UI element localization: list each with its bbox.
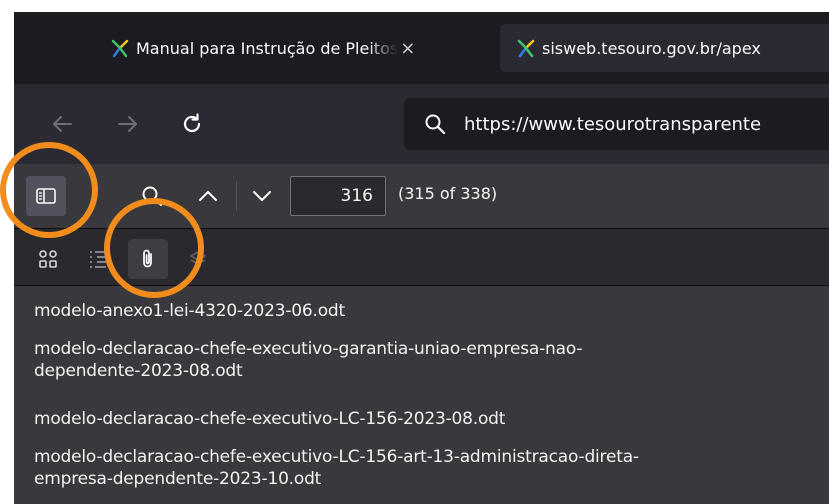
close-tab-icon[interactable]: ×: [400, 38, 415, 59]
page-count-label: (315 of 338): [398, 184, 498, 203]
thumbnails-view-button[interactable]: [28, 239, 68, 279]
previous-page-button[interactable]: [190, 176, 226, 216]
reload-icon: [183, 113, 201, 133]
tab-manual[interactable]: Manual para Instrução de Pleitos ×: [110, 24, 494, 72]
forward-arrow-icon: [118, 116, 137, 132]
reload-button[interactable]: [174, 106, 210, 142]
tab-strip: Manual para Instrução de Pleitos × siswe…: [14, 12, 829, 84]
tab-title: sisweb.tesouro.gov.br/apex: [542, 38, 761, 58]
next-page-button[interactable]: [244, 176, 280, 216]
chevron-down-icon: [253, 191, 271, 201]
attachment-item[interactable]: modelo-anexo1-lei-4320-2023-06.odt: [34, 300, 814, 322]
page-number-input[interactable]: [290, 176, 386, 216]
highlight-circle-attachments: [104, 198, 204, 298]
forward-button[interactable]: [110, 106, 146, 142]
attachments-list: modelo-anexo1-lei-4320-2023-06.odt model…: [14, 286, 829, 504]
tesouro-favicon: [517, 39, 535, 58]
thumbnails-icon: [39, 250, 57, 268]
search-icon: [425, 114, 446, 135]
back-arrow-icon: [53, 116, 72, 132]
navigation-toolbar: https://www.tesourotransparente: [14, 84, 829, 164]
tab-title: Manual para Instrução de Pleitos: [136, 38, 399, 58]
attachment-item[interactable]: modelo-declaracao-chefe-executivo-LC-156…: [34, 446, 814, 490]
toolbar-divider: [236, 182, 237, 210]
attachment-item[interactable]: modelo-declaracao-chefe-executivo-garant…: [34, 338, 814, 382]
back-button[interactable]: [44, 106, 80, 142]
chevron-up-icon: [199, 191, 217, 201]
highlight-circle-sidebar: [0, 142, 98, 238]
url-bar[interactable]: https://www.tesourotransparente: [404, 98, 829, 150]
tab-sisweb[interactable]: sisweb.tesouro.gov.br/apex: [500, 24, 829, 72]
tesouro-favicon: [111, 39, 129, 58]
url-text: https://www.tesourotransparente: [464, 113, 762, 135]
attachment-item[interactable]: modelo-declaracao-chefe-executivo-LC-156…: [34, 408, 814, 430]
